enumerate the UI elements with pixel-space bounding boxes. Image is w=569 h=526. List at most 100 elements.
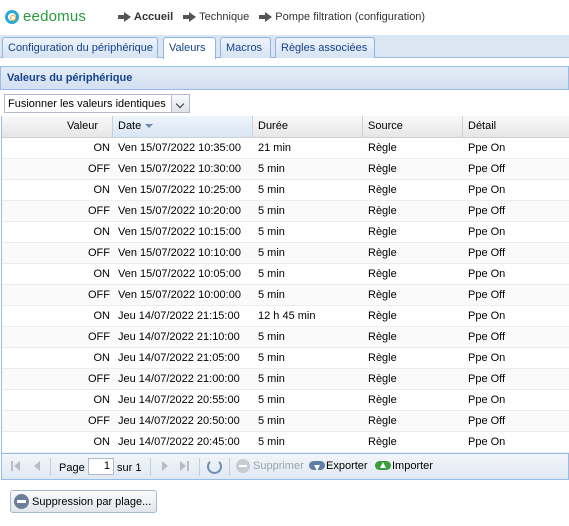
table-row[interactable]: OFF Ven 15/07/2022 10:20:00 5 min Règle Ppe … xyxy=(2,201,569,222)
cell-detail: Ppe Off xyxy=(468,247,506,259)
cell-source: Règle xyxy=(368,226,397,238)
toolbar-separator xyxy=(150,458,151,476)
table-row[interactable]: ON Ven 15/07/2022 10:25:00 5 min Règle Ppe O… xyxy=(2,180,569,201)
breadcrumb-item-device[interactable]: Pompe filtration (configuration) xyxy=(257,11,425,23)
page-number-input[interactable]: 1 xyxy=(88,458,114,475)
chevron-down-icon[interactable] xyxy=(171,95,189,112)
prev-page-icon[interactable] xyxy=(34,461,40,471)
merge-select-value: Fusionner les valeurs identiques xyxy=(8,98,166,110)
first-page-icon[interactable] xyxy=(11,461,13,471)
sort-desc-icon xyxy=(145,124,154,129)
toolbar-separator xyxy=(229,458,230,476)
cell-duree: 5 min xyxy=(258,289,285,301)
cell-detail: Ppe Off xyxy=(468,205,506,217)
column-header-detail[interactable]: Détail xyxy=(463,116,569,137)
cell-valeur: ON xyxy=(93,268,111,280)
cell-detail: Ppe On xyxy=(468,352,506,364)
table-row[interactable]: ON Ven 15/07/2022 10:15:00 5 min Règle Ppe O… xyxy=(2,222,569,243)
column-header-date[interactable]: Date xyxy=(113,116,253,137)
cell-date: Jeu 14/07/2022 21:05:00 xyxy=(118,352,240,364)
next-page-icon[interactable] xyxy=(162,461,168,471)
table-row[interactable]: ON Jeu 14/07/2022 20:55:00 5 min Règle Ppe O… xyxy=(2,390,569,411)
import-button[interactable]: Importer xyxy=(375,459,433,473)
table-row[interactable]: ON Ven 15/07/2022 10:35:00 21 min Règle Ppe … xyxy=(2,138,569,159)
cell-valeur: ON xyxy=(93,394,111,406)
export-button[interactable]: Exporter xyxy=(309,459,368,473)
table-row[interactable]: ON Jeu 14/07/2022 20:45:00 5 min Règle Ppe O… xyxy=(2,432,569,453)
table-row[interactable]: ON Ven 15/07/2022 10:05:00 5 min Règle Ppe O… xyxy=(2,264,569,285)
cell-source: Règle xyxy=(368,436,397,448)
tab-configuration[interactable]: Configuration du périphérique xyxy=(2,37,158,58)
cell-source: Règle xyxy=(368,394,397,406)
tab-regles[interactable]: Règles associées xyxy=(275,37,375,58)
toolbar-separator xyxy=(50,458,51,476)
tab-valeurs[interactable]: Valeurs xyxy=(163,37,216,59)
cell-duree: 5 min xyxy=(258,394,285,406)
table-row[interactable]: OFF Jeu 14/07/2022 21:00:00 5 min Règle Ppe … xyxy=(2,369,569,390)
cell-valeur: ON xyxy=(93,226,111,238)
table-row[interactable]: ON Jeu 14/07/2022 21:15:00 12 h 45 min Règl… xyxy=(2,306,569,327)
refresh-icon[interactable] xyxy=(207,459,222,474)
cell-detail: Ppe Off xyxy=(468,163,506,175)
table-row[interactable]: OFF Ven 15/07/2022 10:30:00 5 min Règle Ppe … xyxy=(2,159,569,180)
cell-detail: Ppe On xyxy=(468,268,506,280)
cell-duree: 5 min xyxy=(258,163,285,175)
cell-source: Règle xyxy=(368,247,397,259)
cell-date: Jeu 14/07/2022 21:15:00 xyxy=(118,310,240,322)
cell-duree: 12 h 45 min xyxy=(258,310,316,322)
cell-duree: 5 min xyxy=(258,226,285,238)
eedomus-logo[interactable]: eedomus xyxy=(5,8,86,25)
cell-source: Règle xyxy=(368,205,397,217)
cell-source: Règle xyxy=(368,352,397,364)
page-count-label: sur 1 xyxy=(117,462,142,474)
cell-valeur: OFF xyxy=(88,205,110,217)
breadcrumb-item-technique[interactable]: Technique xyxy=(181,11,249,23)
cell-source: Règle xyxy=(368,184,397,196)
cloud-download-icon xyxy=(309,459,325,473)
arrow-right-icon xyxy=(118,12,131,22)
arrow-right-icon xyxy=(183,12,197,22)
breadcrumb-label: Pompe filtration (configuration) xyxy=(275,11,426,23)
delete-range-label: Suppression par plage... xyxy=(32,495,152,508)
cell-detail: Ppe On xyxy=(468,436,506,448)
cloud-upload-icon xyxy=(375,459,391,473)
cell-date: Ven 15/07/2022 10:05:00 xyxy=(118,268,241,280)
logo-ring-icon xyxy=(5,9,19,24)
column-header-duree[interactable]: Durée xyxy=(253,116,363,137)
cell-valeur: ON xyxy=(93,436,111,448)
minus-circle-icon xyxy=(236,459,250,473)
table-row[interactable]: OFF Jeu 14/07/2022 20:50:00 5 min Règle Ppe … xyxy=(2,411,569,432)
breadcrumb-item-home[interactable]: Accueil xyxy=(116,11,173,23)
table-row[interactable]: OFF Ven 15/07/2022 10:10:00 5 min Règle Ppe … xyxy=(2,243,569,264)
breadcrumb-label: Accueil xyxy=(134,11,174,23)
column-header-valeur[interactable]: Valeur xyxy=(2,116,113,137)
cell-detail: Ppe On xyxy=(468,226,506,238)
delete-range-button[interactable]: Suppression par plage... xyxy=(10,490,158,513)
table-row[interactable]: ON Jeu 14/07/2022 21:05:00 5 min Règle Ppe O… xyxy=(2,348,569,369)
cell-date: Ven 15/07/2022 10:10:00 xyxy=(118,247,241,259)
cell-duree: 5 min xyxy=(258,436,285,448)
cell-date: Jeu 14/07/2022 21:00:00 xyxy=(118,373,240,385)
cell-date: Ven 15/07/2022 10:15:00 xyxy=(118,226,241,238)
cell-detail: Ppe On xyxy=(468,394,506,406)
cell-valeur: ON xyxy=(93,310,111,322)
cell-detail: Ppe On xyxy=(468,184,506,196)
breadcrumb-label: Technique xyxy=(199,11,250,23)
cell-duree: 5 min xyxy=(258,205,285,217)
cell-detail: Ppe Off xyxy=(468,415,506,427)
cell-valeur: OFF xyxy=(88,247,110,259)
last-page-icon[interactable] xyxy=(180,461,186,471)
cell-date: Ven 15/07/2022 10:20:00 xyxy=(118,205,241,217)
cell-source: Règle xyxy=(368,415,397,427)
delete-button[interactable]: Supprimer xyxy=(236,459,304,473)
cell-detail: Ppe Off xyxy=(468,289,506,301)
cell-duree: 5 min xyxy=(258,352,285,364)
merge-values-select[interactable]: Fusionner les valeurs identiques xyxy=(4,94,190,113)
cell-source: Règle xyxy=(368,289,397,301)
table-row[interactable]: OFF Jeu 14/07/2022 21:10:00 5 min Règle Ppe … xyxy=(2,327,569,348)
values-grid: Valeur Date Durée Source Détail ON Ven 15… xyxy=(1,116,569,453)
tab-macros[interactable]: Macros xyxy=(220,37,271,58)
column-header-source[interactable]: Source xyxy=(363,116,463,137)
cell-detail: Ppe On xyxy=(468,142,506,154)
table-row[interactable]: OFF Ven 15/07/2022 10:00:00 5 min Règle Ppe … xyxy=(2,285,569,306)
